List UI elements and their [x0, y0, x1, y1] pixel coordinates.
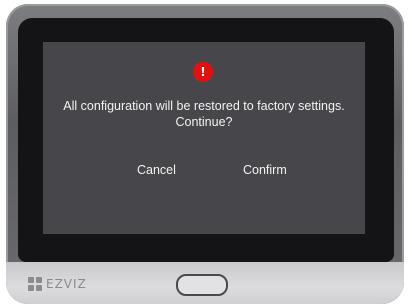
brand-name: EZVIZ: [46, 277, 87, 291]
screen-bezel: ! All configuration will be restored to …: [18, 18, 394, 262]
confirm-button[interactable]: Confirm: [233, 157, 297, 183]
doorbell-device: ! All configuration will be restored to …: [6, 4, 404, 304]
screen: ! All configuration will be restored to …: [43, 42, 365, 234]
brand-mark-icon: [28, 277, 42, 291]
cancel-button[interactable]: Cancel: [127, 157, 186, 183]
brand-logo: EZVIZ: [28, 275, 87, 293]
device-chin: EZVIZ: [6, 262, 404, 304]
warning-icon: !: [193, 62, 213, 82]
home-button[interactable]: [176, 274, 228, 296]
factory-reset-dialog: ! All configuration will be restored to …: [43, 42, 365, 234]
dialog-message: All configuration will be restored to fa…: [63, 99, 345, 129]
